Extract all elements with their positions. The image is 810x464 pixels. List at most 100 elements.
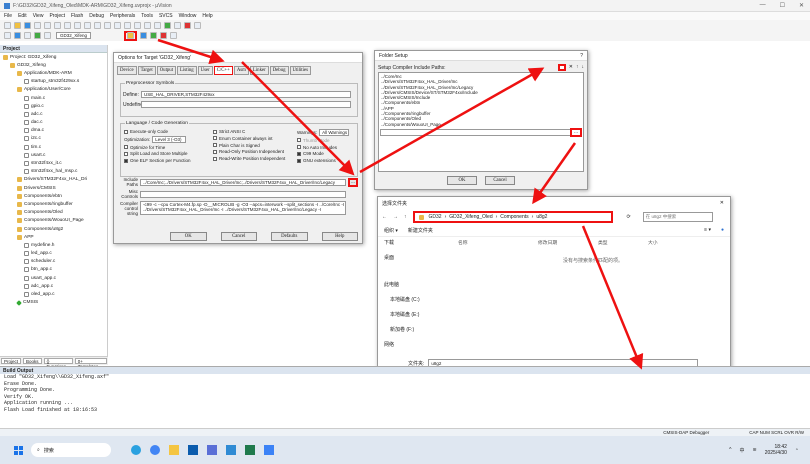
chrome-icon[interactable] — [150, 445, 160, 455]
tab-target[interactable]: Target — [137, 66, 156, 75]
menu-debug[interactable]: Debug — [89, 13, 104, 19]
tab-user[interactable]: User — [197, 66, 213, 75]
thumb-mode-checkbox[interactable]: Thumb Mode — [297, 138, 349, 143]
ro-pi-checkbox[interactable]: Read-Only Position Independent — [213, 149, 285, 154]
no-auto-includes-checkbox[interactable]: No Auto Includes — [297, 145, 349, 150]
configure-icon[interactable] — [194, 21, 201, 29]
tree-item[interactable]: btn_app.c — [0, 266, 107, 274]
run-time-env-icon[interactable] — [160, 32, 168, 39]
nav-drive-e[interactable]: 本地磁盘 (E:) — [384, 311, 444, 318]
notification-icon[interactable]: ◔ — [795, 447, 798, 453]
tree-item[interactable]: Components/WouoUI_Page — [0, 217, 107, 225]
rw-pi-checkbox[interactable]: Read-Write Position Independent — [213, 156, 285, 161]
tree-item[interactable]: adc.c — [0, 110, 107, 118]
tab-linker[interactable]: Linker — [249, 66, 269, 75]
redo-icon[interactable] — [84, 21, 91, 29]
search-input[interactable]: 在 u8g2 中搜索 — [642, 212, 713, 222]
tree-item[interactable]: GD32_Xifeng — [0, 61, 107, 69]
close-window-button[interactable]: ✕ — [799, 2, 804, 9]
optimization-select[interactable]: Level 3 (-O3) — [152, 135, 187, 143]
vscode-icon[interactable] — [188, 445, 198, 455]
clock-date[interactable]: 2025/4/30 — [765, 450, 787, 456]
one-elf-checkbox[interactable]: One ELF Section per Function — [124, 158, 191, 163]
debug-session-icon[interactable] — [174, 21, 181, 29]
tree-item[interactable]: APP — [0, 233, 107, 241]
paste-icon[interactable] — [64, 21, 71, 29]
delete-path-icon[interactable]: ✕ — [569, 64, 573, 71]
tree-item[interactable]: Application/MDK-ARM — [0, 69, 107, 77]
menu-edit[interactable]: Edit — [18, 13, 27, 19]
nav-downloads[interactable]: 下载 — [384, 239, 444, 246]
nav-back-icon[interactable] — [94, 21, 101, 29]
move-up-icon[interactable]: ↑ — [576, 64, 579, 71]
bookmark-icon[interactable] — [114, 21, 121, 29]
menu-flash[interactable]: Flash — [71, 13, 83, 19]
translate-icon[interactable] — [4, 32, 11, 39]
open-folder-icon[interactable] — [14, 21, 21, 29]
file-explorer-icon[interactable] — [169, 445, 179, 455]
tab-cc[interactable]: C/C++ — [213, 66, 233, 75]
menu-help[interactable]: Help — [202, 13, 212, 19]
tab-device[interactable]: Device — [117, 66, 137, 75]
ime-indicator[interactable]: 中 — [740, 447, 745, 454]
bookmark-next-icon[interactable] — [134, 21, 141, 29]
back-icon[interactable]: ← — [382, 214, 387, 220]
tree-item[interactable]: usart.c — [0, 151, 107, 159]
tab-templates[interactable]: 0+ Templates — [74, 358, 107, 369]
options-defaults-button[interactable]: Defaults — [271, 232, 308, 241]
cut-icon[interactable] — [44, 21, 51, 29]
tab-output[interactable]: Output — [156, 66, 177, 75]
tree-item[interactable]: Drivers/CMSIS — [0, 184, 107, 192]
undefine-input[interactable] — [141, 101, 351, 108]
nav-drive-c[interactable]: 本地磁盘 (C:) — [384, 296, 444, 303]
tree-item[interactable]: oled_app.c — [0, 290, 107, 298]
nav-network[interactable]: 网络 — [384, 341, 444, 348]
start-icon[interactable] — [14, 445, 23, 455]
tree-item[interactable]: Components/ebtn — [0, 192, 107, 200]
app-img-icon[interactable] — [264, 445, 274, 455]
wifi-icon[interactable]: ≋ — [753, 447, 757, 453]
tree-item[interactable]: dma.c — [0, 127, 107, 135]
nav-desktop[interactable]: 桌面 — [384, 254, 444, 261]
path-segment[interactable]: Components — [500, 214, 528, 220]
find-icon[interactable] — [164, 21, 171, 29]
nav-forward-icon[interactable] — [104, 21, 111, 29]
misc-controls-input[interactable] — [140, 190, 346, 198]
tree-item[interactable]: i2c.c — [0, 135, 107, 143]
options-ok-button[interactable]: OK — [170, 232, 207, 241]
tree-item[interactable]: tim.c — [0, 143, 107, 151]
include-path-item[interactable]: ../Components/WouoUI_Page — [381, 122, 581, 127]
define-input[interactable]: USE_HAL_DRIVER,STM32F429xx — [141, 91, 351, 98]
options-help-button[interactable]: Help — [321, 232, 358, 241]
tree-item[interactable]: Components/Oled — [0, 209, 107, 217]
breakpoint-icon[interactable] — [184, 21, 191, 29]
split-load-checkbox[interactable]: Split Load and Store Multiple — [124, 151, 191, 156]
copy-icon[interactable] — [54, 21, 61, 29]
maximize-button[interactable]: ☐ — [780, 2, 785, 9]
help-icon[interactable]: ? — [580, 53, 583, 59]
path-browse-button[interactable]: … — [570, 128, 582, 137]
gnu-extensions-checkbox[interactable]: GNU extensions — [297, 158, 349, 163]
tab-books[interactable]: Books — [23, 358, 42, 364]
new-folder-button[interactable]: 新建文件夹 — [408, 227, 433, 234]
up-icon[interactable]: ↑ — [404, 214, 407, 220]
path-segment[interactable]: GD32_Xifeng_Oled — [449, 214, 492, 220]
save-icon[interactable] — [24, 21, 31, 29]
tree-item[interactable]: stm32f4xx_it.c — [0, 159, 107, 167]
include-paths-input[interactable]: ../Core/Inc;../Drivers/STM32F4xx_HAL_Dri… — [140, 178, 346, 186]
build-icon[interactable] — [14, 32, 21, 39]
folder-setup-cancel-button[interactable]: Cancel — [485, 176, 515, 185]
tree-item[interactable]: scheduler.c — [0, 258, 107, 266]
col-type[interactable]: 类型 — [598, 239, 648, 246]
enum-container-checkbox[interactable]: Enum Container always int — [213, 136, 285, 141]
menu-tools[interactable]: Tools — [141, 13, 153, 19]
col-name[interactable]: 名称 — [458, 239, 538, 246]
indent-icon[interactable] — [144, 21, 151, 29]
path-segment[interactable]: u8g2 — [536, 214, 547, 220]
new-path-icon[interactable] — [557, 64, 566, 71]
warnings-select[interactable]: All Warnings — [319, 129, 350, 136]
tree-item[interactable]: Project: GD32_Xifeng — [0, 53, 107, 61]
tree-item[interactable]: usart_app.c — [0, 274, 107, 282]
folder-setup-ok-button[interactable]: OK — [447, 176, 477, 185]
plain-char-checkbox[interactable]: Plain Char is Signed — [213, 143, 285, 148]
